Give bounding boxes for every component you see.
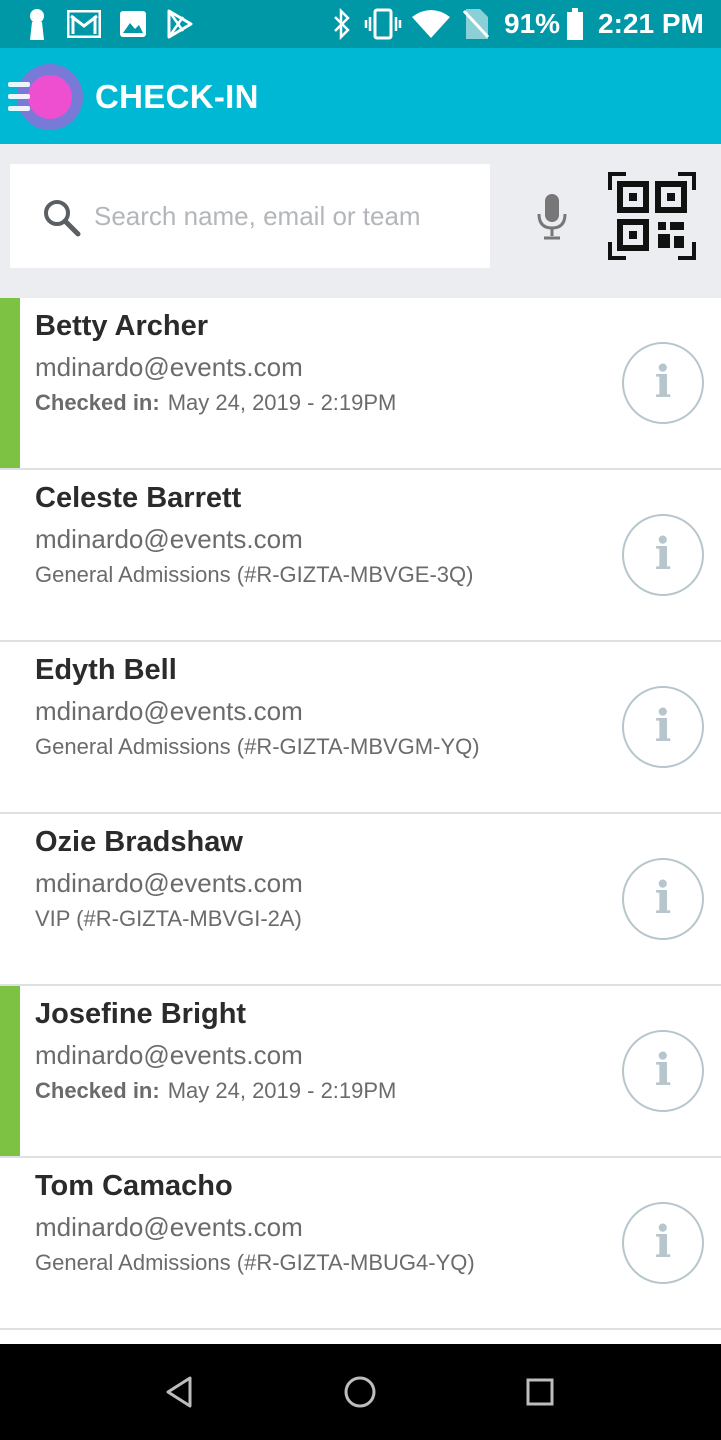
no-sim-icon <box>462 8 490 40</box>
attendee-name: Tom Camacho <box>35 1170 233 1202</box>
attendee-email: mdinardo@events.com <box>35 1212 303 1242</box>
info-button[interactable]: i <box>622 1030 704 1112</box>
gmail-icon <box>66 8 102 40</box>
home-icon[interactable] <box>340 1372 380 1412</box>
attendee-name: Edyth Bell <box>35 654 177 686</box>
info-icon: i <box>654 701 672 752</box>
attendee-email: mdinardo@events.com <box>35 1040 303 1070</box>
attendee-name: Ozie Bradshaw <box>35 826 243 858</box>
microphone-icon[interactable] <box>532 192 572 242</box>
recents-icon[interactable] <box>520 1372 560 1412</box>
bluetooth-icon <box>330 8 354 40</box>
vibrate-icon <box>364 8 402 40</box>
checked-in-label: Checked in: <box>35 1078 160 1103</box>
attendee-name: Celeste Barrett <box>35 482 242 514</box>
back-icon[interactable] <box>160 1372 200 1412</box>
search-input[interactable] <box>94 194 474 238</box>
status-bar: 91% 2:21 PM <box>0 0 721 48</box>
play-store-icon <box>164 8 196 40</box>
battery-icon <box>566 8 584 40</box>
page-title: CHECK-IN <box>95 78 259 115</box>
info-button[interactable]: i <box>622 514 704 596</box>
search-area <box>0 144 721 298</box>
checked-in-label: Checked in: <box>35 390 160 415</box>
ticket-info: VIP (#R-GIZTA-MBVGI-2A) <box>35 906 302 931</box>
app-bar: CHECK-IN <box>0 48 721 144</box>
clock-time: 2:21 PM <box>598 8 704 39</box>
list-item[interactable]: Ozie Bradshaw mdinardo@events.com VIP (#… <box>0 814 721 986</box>
ticket-info: General Admissions (#R-GIZTA-MBVGE-3Q) <box>35 562 474 587</box>
list-item[interactable]: Josefine Bright mdinardo@events.com Chec… <box>0 986 721 1158</box>
image-icon <box>118 8 148 40</box>
nav-bar <box>0 1344 721 1440</box>
qr-code-icon[interactable] <box>608 172 696 260</box>
info-icon: i <box>654 1217 672 1268</box>
checked-in-status: Checked in: May 24, 2019 - 2:19PM <box>35 388 396 418</box>
ticket-info: General Admissions (#R-GIZTA-MBUG4-YQ) <box>35 1250 475 1275</box>
menu-logo-icon[interactable] <box>6 62 86 132</box>
attendee-email: mdinardo@events.com <box>35 696 303 726</box>
list-item[interactable]: Edyth Bell mdinardo@events.com General A… <box>0 642 721 814</box>
info-icon: i <box>654 873 672 924</box>
info-button[interactable]: i <box>622 1202 704 1284</box>
info-button[interactable]: i <box>622 686 704 768</box>
attendee-list: Betty Archer mdinardo@events.com Checked… <box>0 298 721 1344</box>
wifi-icon <box>410 8 452 40</box>
checked-in-time: May 24, 2019 - 2:19PM <box>167 1078 397 1103</box>
list-item[interactable]: Betty Archer mdinardo@events.com Checked… <box>0 298 721 470</box>
keyhole-icon <box>24 8 50 40</box>
search-box[interactable] <box>10 164 490 268</box>
attendee-name: Josefine Bright <box>35 998 247 1030</box>
attendee-email: mdinardo@events.com <box>35 868 303 898</box>
battery-percent: 91% <box>504 8 561 39</box>
attendee-name: Betty Archer <box>35 310 208 342</box>
checked-in-time: May 24, 2019 - 2:19PM <box>167 390 397 415</box>
ticket-info: General Admissions (#R-GIZTA-MBVGM-YQ) <box>35 734 480 759</box>
checked-in-status: Checked in: May 24, 2019 - 2:19PM <box>35 1076 396 1106</box>
attendee-email: mdinardo@events.com <box>35 352 303 382</box>
info-icon: i <box>654 529 672 580</box>
info-button[interactable]: i <box>622 858 704 940</box>
list-item[interactable]: Tom Camacho mdinardo@events.com General … <box>0 1158 721 1330</box>
list-item[interactable]: Celeste Barrett mdinardo@events.com Gene… <box>0 470 721 642</box>
info-icon: i <box>654 357 672 408</box>
attendee-email: mdinardo@events.com <box>35 524 303 554</box>
info-icon: i <box>654 1045 672 1096</box>
search-icon <box>42 198 82 238</box>
info-button[interactable]: i <box>622 342 704 424</box>
